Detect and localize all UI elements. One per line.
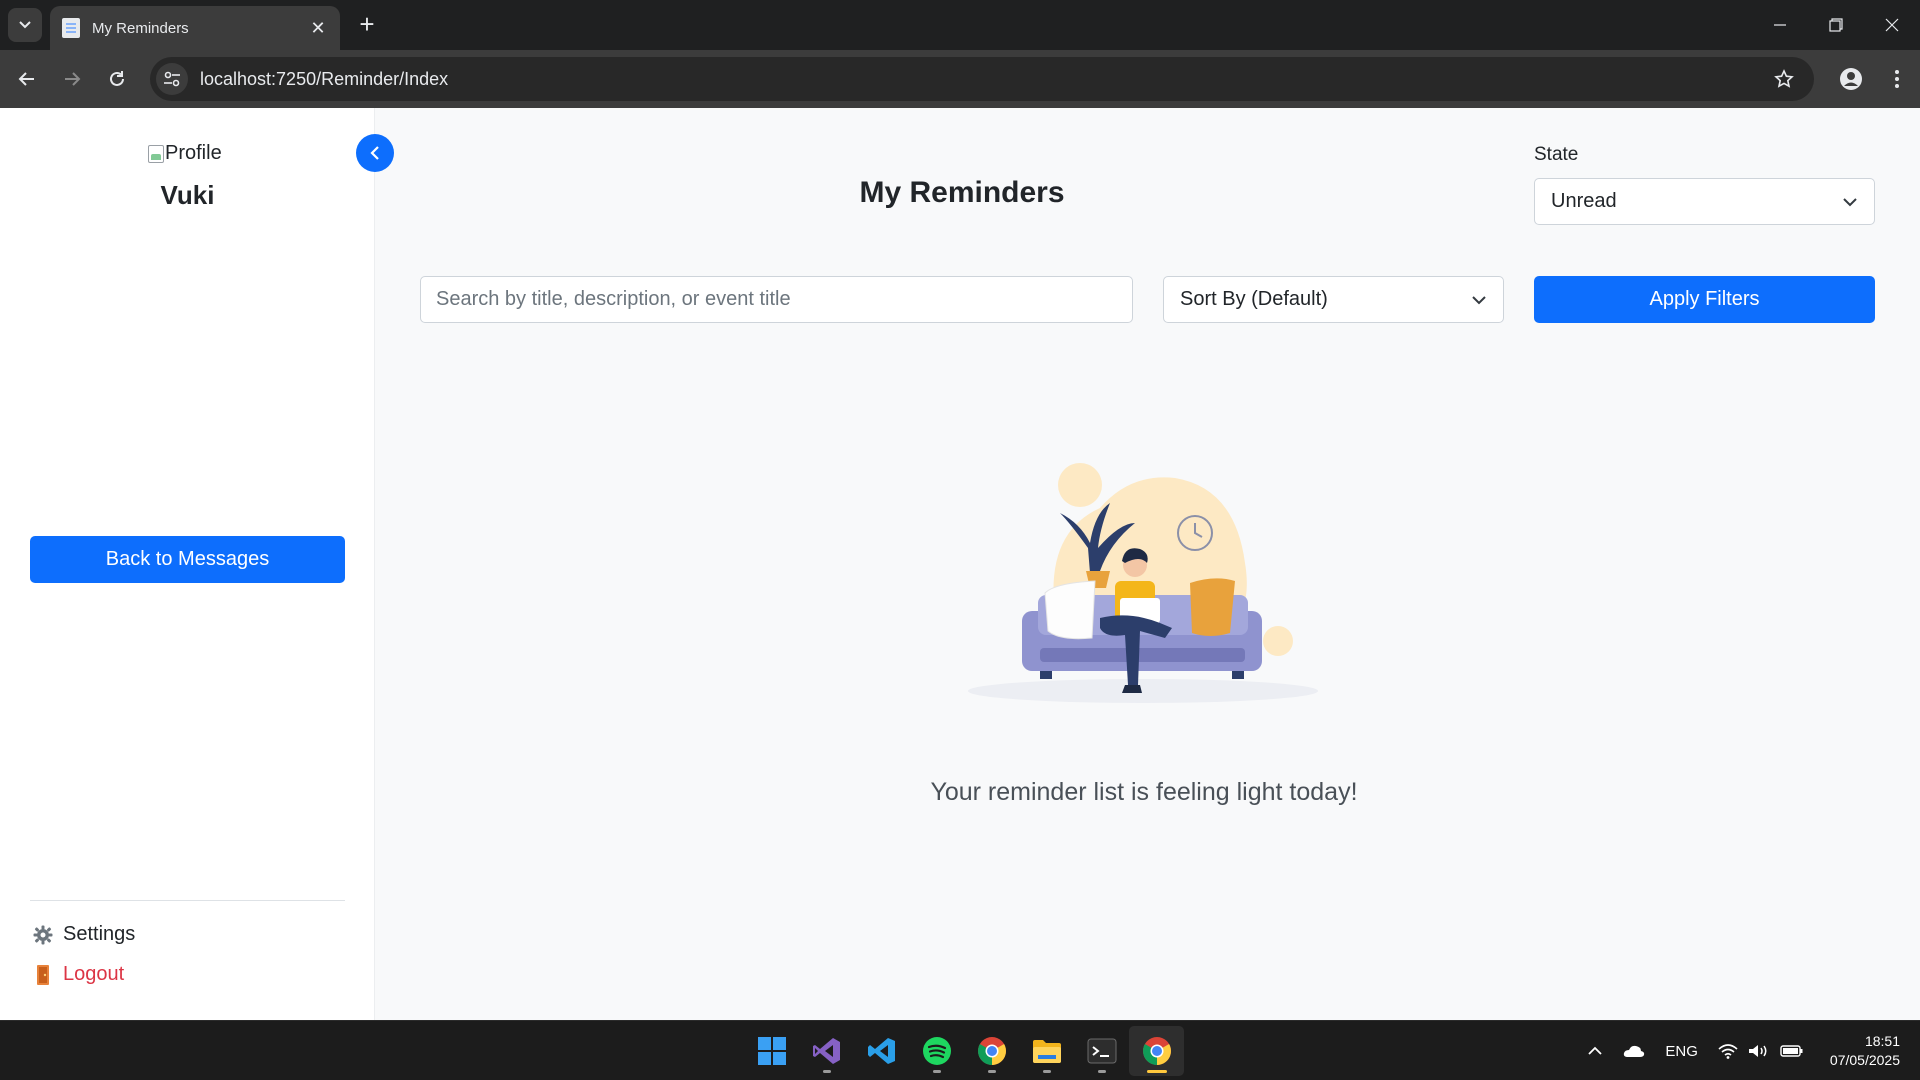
settings-label: Settings bbox=[63, 923, 136, 945]
taskbar-visual-studio[interactable] bbox=[799, 1026, 854, 1076]
running-indicator bbox=[1098, 1070, 1106, 1073]
profile-button[interactable] bbox=[1828, 62, 1874, 96]
url-text[interactable]: localhost:7250/Reminder/Index bbox=[200, 69, 1766, 90]
taskbar-vscode[interactable] bbox=[854, 1026, 909, 1076]
spotify-icon bbox=[922, 1037, 951, 1065]
more-vert-icon bbox=[1895, 70, 1899, 88]
running-indicator bbox=[933, 1070, 941, 1073]
chrome-icon bbox=[1142, 1037, 1171, 1065]
sort-selected-value: Sort By (Default) bbox=[1180, 288, 1328, 310]
battery-icon bbox=[1780, 1045, 1803, 1057]
logout-link[interactable]: Logout bbox=[33, 963, 124, 986]
empty-state-message: Your reminder list is feeling light toda… bbox=[930, 778, 1358, 806]
account-icon bbox=[1840, 68, 1862, 90]
clock-time: 18:51 bbox=[1864, 1033, 1900, 1049]
windows-start-button[interactable] bbox=[744, 1026, 799, 1076]
vscode-icon bbox=[867, 1038, 895, 1064]
address-bar[interactable]: localhost:7250/Reminder/Index bbox=[150, 57, 1814, 101]
browser-tabbar: My Reminders ✕ + bbox=[0, 0, 1920, 50]
browser-toolbar: localhost:7250/Reminder/Index bbox=[0, 50, 1920, 108]
broken-image-icon bbox=[148, 144, 164, 163]
taskbar-chrome[interactable] bbox=[964, 1026, 1019, 1076]
star-icon bbox=[1774, 69, 1794, 88]
clock[interactable]: 18:51 07/05/2025 bbox=[1830, 1032, 1900, 1070]
browser-menu-button[interactable] bbox=[1874, 62, 1920, 96]
taskbar-spotify[interactable] bbox=[909, 1026, 964, 1076]
system-tray: ENG 18:51 07/05/2025 bbox=[1567, 1021, 1900, 1080]
minimize-icon bbox=[1774, 24, 1786, 26]
collapse-sidebar-button[interactable] bbox=[356, 134, 394, 172]
restore-icon bbox=[1829, 18, 1843, 32]
state-label: State bbox=[1534, 144, 1579, 165]
chevron-down-icon bbox=[1843, 197, 1857, 206]
chevron-down-icon bbox=[1472, 295, 1486, 304]
arrow-left-icon bbox=[18, 72, 34, 86]
close-tab-icon[interactable]: ✕ bbox=[308, 18, 328, 39]
sort-select[interactable]: Sort By (Default) bbox=[1163, 276, 1504, 323]
back-nav-button[interactable] bbox=[10, 62, 44, 96]
network-volume-battery-group[interactable] bbox=[1718, 1043, 1804, 1059]
empty-state-illustration bbox=[968, 463, 1318, 703]
apply-filters-button[interactable]: Apply Filters bbox=[1534, 276, 1875, 323]
tab-title: My Reminders bbox=[92, 19, 189, 37]
running-indicator bbox=[1043, 1070, 1051, 1073]
gear-icon bbox=[33, 924, 53, 946]
running-indicator bbox=[988, 1070, 996, 1073]
clock-date: 07/05/2025 bbox=[1829, 1052, 1900, 1068]
reload-button[interactable] bbox=[100, 62, 134, 96]
reload-icon bbox=[110, 71, 124, 86]
search-input[interactable] bbox=[420, 276, 1133, 323]
forward-nav-button[interactable] bbox=[55, 62, 89, 96]
username: Vuki bbox=[160, 180, 215, 210]
profile-image-alt: Profile bbox=[165, 142, 222, 164]
taskbar: ENG 18:51 07/05/2025 bbox=[0, 1020, 1920, 1080]
bookmark-button[interactable] bbox=[1766, 61, 1802, 97]
site-info-button[interactable] bbox=[156, 63, 188, 95]
show-hidden-icons-button[interactable] bbox=[1587, 1046, 1603, 1056]
window-controls bbox=[1752, 0, 1920, 50]
active-indicator bbox=[1147, 1070, 1167, 1073]
sidebar-divider bbox=[30, 900, 345, 901]
chrome-icon bbox=[977, 1037, 1006, 1065]
tab-search-button[interactable] bbox=[8, 8, 42, 42]
chevron-left-icon bbox=[370, 146, 379, 160]
wifi-icon bbox=[1718, 1044, 1738, 1059]
logout-label: Logout bbox=[63, 963, 125, 985]
visual-studio-icon bbox=[812, 1038, 840, 1064]
terminal-icon bbox=[1087, 1038, 1116, 1064]
door-icon bbox=[33, 964, 53, 986]
taskbar-file-explorer[interactable] bbox=[1019, 1026, 1074, 1076]
settings-link[interactable]: Settings bbox=[33, 923, 135, 946]
page-title: My Reminders bbox=[859, 176, 1065, 209]
chevron-up-icon bbox=[1588, 1046, 1603, 1055]
volume-icon bbox=[1748, 1045, 1767, 1057]
close-icon bbox=[1885, 18, 1899, 32]
taskbar-terminal[interactable] bbox=[1074, 1026, 1129, 1076]
arrow-right-icon bbox=[65, 72, 81, 86]
onedrive-button[interactable] bbox=[1623, 1044, 1645, 1058]
running-indicator bbox=[823, 1070, 831, 1073]
browser-tab[interactable]: My Reminders ✕ bbox=[50, 6, 340, 50]
chevron-down-icon bbox=[19, 21, 31, 29]
sidebar: Profile Vuki Back to Messages Settings L… bbox=[0, 108, 375, 1020]
state-select[interactable]: Unread bbox=[1534, 178, 1875, 225]
page-favicon-icon bbox=[62, 18, 80, 38]
folder-icon bbox=[1032, 1040, 1061, 1063]
profile-image: Profile bbox=[148, 142, 222, 165]
toolbar-right bbox=[1828, 62, 1920, 96]
tune-icon bbox=[164, 71, 180, 87]
back-to-messages-button[interactable]: Back to Messages bbox=[30, 536, 345, 583]
new-tab-button[interactable]: + bbox=[352, 10, 382, 40]
language-indicator[interactable]: ENG bbox=[1665, 1043, 1698, 1060]
taskbar-chrome-active[interactable] bbox=[1129, 1026, 1184, 1076]
minimize-button[interactable] bbox=[1752, 0, 1808, 50]
state-selected-value: Unread bbox=[1551, 190, 1617, 212]
cloud-icon bbox=[1624, 1045, 1645, 1057]
taskbar-apps bbox=[744, 1026, 1184, 1076]
windows-logo-icon bbox=[757, 1037, 786, 1065]
close-window-button[interactable] bbox=[1864, 0, 1920, 50]
page-content: Profile Vuki Back to Messages Settings L… bbox=[0, 108, 1920, 1020]
restore-button[interactable] bbox=[1808, 0, 1864, 50]
